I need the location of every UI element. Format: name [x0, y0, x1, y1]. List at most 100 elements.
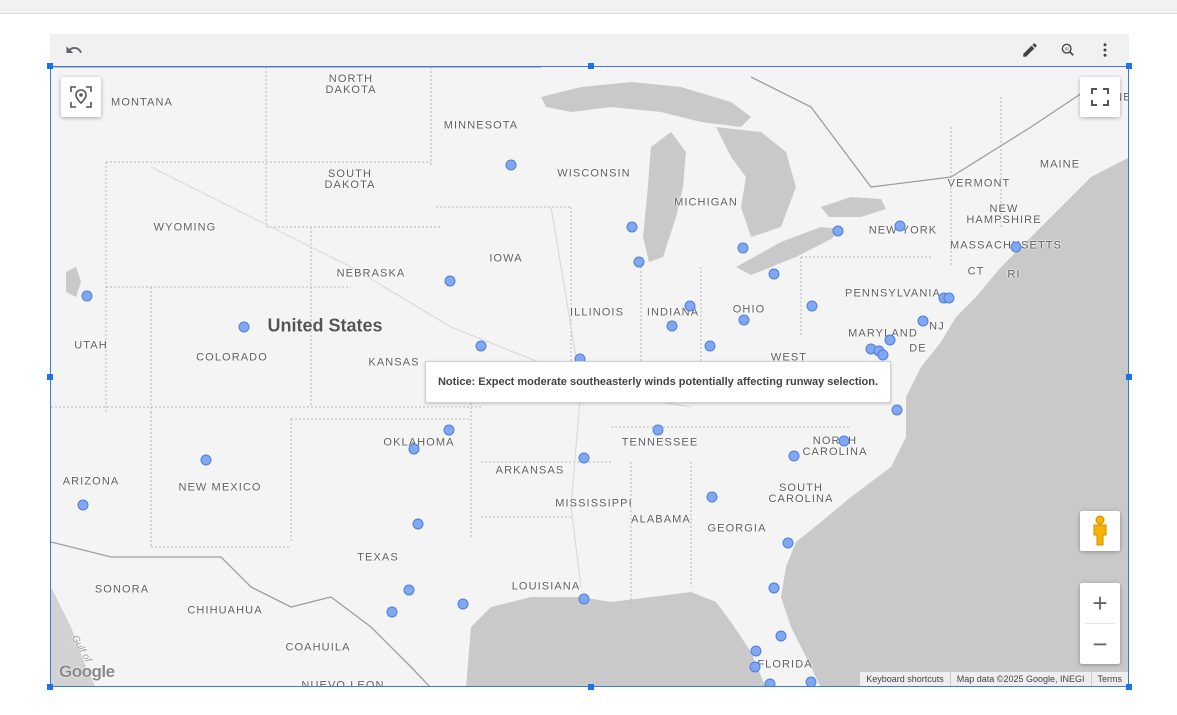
map-data-text: Map data ©2025 Google, INEGI: [949, 672, 1091, 686]
state-label: RI: [1007, 268, 1021, 281]
resize-handle-bl[interactable]: [47, 684, 53, 690]
location-marker[interactable]: [768, 268, 780, 280]
state-label: MISSISSIPPI: [555, 497, 633, 510]
zoom-controls: + −: [1080, 583, 1120, 664]
location-marker[interactable]: [505, 159, 517, 171]
terms-link[interactable]: Terms: [1090, 672, 1129, 686]
location-marker[interactable]: [238, 321, 250, 333]
location-marker[interactable]: [891, 404, 903, 416]
state-label: LOUISIANA: [511, 580, 581, 593]
state-label: MICHIGAN: [674, 196, 738, 209]
location-marker[interactable]: [386, 606, 398, 618]
state-label: NEW HAMPSHIRE: [966, 203, 1042, 226]
location-marker[interactable]: [782, 537, 794, 549]
state-label: COLORADO: [196, 351, 268, 364]
location-marker[interactable]: [943, 292, 955, 304]
state-label: MASSACHUSETTS: [949, 239, 1063, 252]
state-label: TENNESSEE: [621, 436, 699, 449]
state-label: COAHUILA: [285, 641, 351, 654]
state-label: MINNESOTA: [443, 119, 519, 132]
location-marker[interactable]: [408, 443, 420, 455]
state-label: WYOMING: [153, 221, 217, 234]
location-marker[interactable]: [626, 221, 638, 233]
location-marker[interactable]: [443, 424, 455, 436]
location-marker[interactable]: [81, 290, 93, 302]
location-marker[interactable]: [764, 678, 776, 686]
location-marker[interactable]: [444, 275, 456, 287]
state-label: ALABAMA: [631, 513, 691, 526]
location-marker[interactable]: [412, 518, 424, 530]
location-marker[interactable]: [666, 320, 678, 332]
more-vert-icon[interactable]: [1093, 38, 1117, 62]
location-marker[interactable]: [200, 454, 212, 466]
location-marker[interactable]: [578, 593, 590, 605]
state-label: FLORIDA: [757, 658, 813, 671]
state-label: ARIZONA: [62, 475, 120, 488]
location-marker[interactable]: [768, 582, 780, 594]
location-marker[interactable]: [737, 242, 749, 254]
location-marker[interactable]: [684, 300, 696, 312]
location-marker[interactable]: [706, 491, 718, 503]
zoom-out-button[interactable]: −: [1080, 624, 1120, 664]
fullscreen-icon[interactable]: [1080, 77, 1120, 117]
location-marker[interactable]: [832, 225, 844, 237]
top-bar: [0, 0, 1177, 14]
location-marker[interactable]: [877, 349, 889, 361]
resize-handle-l[interactable]: [47, 374, 53, 380]
state-label: SOUTH CAROLINA: [768, 482, 834, 505]
google-logo: Google: [59, 662, 115, 681]
location-marker[interactable]: [838, 435, 850, 447]
state-label: NEBRASKA: [336, 267, 406, 280]
street-view-pegman-icon[interactable]: [1080, 511, 1120, 551]
location-marker[interactable]: [652, 424, 664, 436]
location-marker[interactable]: [917, 315, 929, 327]
location-marker[interactable]: [457, 598, 469, 610]
location-marker[interactable]: [894, 220, 906, 232]
state-label: NORTH DAKOTA: [325, 73, 377, 96]
location-marker[interactable]: [77, 499, 89, 511]
location-marker[interactable]: [884, 334, 896, 346]
state-label: MONTANA: [111, 96, 173, 109]
state-label: TEXAS: [357, 551, 399, 564]
map-canvas[interactable]: NORTH DAKOTA MONTANA MINNESOTA SOUTH DAKOTA WI…: [50, 66, 1129, 687]
state-label: IOWA: [489, 252, 523, 265]
resize-handle-b[interactable]: [588, 684, 594, 690]
pencil-icon[interactable]: [1018, 38, 1042, 62]
location-marker[interactable]: [1010, 241, 1022, 253]
resize-handle-tl[interactable]: [47, 63, 53, 69]
resize-handle-t[interactable]: [588, 63, 594, 69]
location-marker[interactable]: [805, 676, 817, 686]
location-marker[interactable]: [788, 450, 800, 462]
keyboard-shortcuts-link[interactable]: Keyboard shortcuts: [860, 672, 950, 686]
resize-handle-r[interactable]: [1126, 374, 1132, 380]
location-marker[interactable]: [475, 340, 487, 352]
location-marker[interactable]: [775, 630, 787, 642]
zoom-search-icon[interactable]: AI: [1056, 38, 1080, 62]
state-label: CHIHUAHUA: [187, 604, 263, 617]
location-marker[interactable]: [578, 452, 590, 464]
location-marker[interactable]: [403, 584, 415, 596]
undo-icon[interactable]: [62, 38, 86, 62]
state-label: GEORGIA: [707, 522, 767, 535]
svg-text:AI: AI: [1065, 46, 1069, 51]
state-label: VERMONT: [947, 177, 1011, 190]
state-label: ILLINOIS: [569, 306, 625, 319]
state-label: SONORA: [94, 583, 150, 596]
notice-box: Notice: Expect moderate southeasterly wi…: [425, 361, 891, 403]
chart-toolbar: AI: [50, 34, 1129, 66]
state-label: OHIO: [732, 303, 766, 316]
location-pin-icon[interactable]: [61, 77, 101, 117]
location-marker[interactable]: [750, 645, 762, 657]
location-marker[interactable]: [738, 314, 750, 326]
state-label: NORTH CAROLINA: [802, 435, 868, 458]
location-marker[interactable]: [806, 300, 818, 312]
resize-handle-br[interactable]: [1126, 684, 1132, 690]
state-label: SOUTH DAKOTA: [324, 168, 376, 191]
resize-handle-tr[interactable]: [1126, 63, 1132, 69]
zoom-in-button[interactable]: +: [1080, 583, 1120, 623]
state-label: NEW MEXICO: [178, 481, 262, 494]
location-marker[interactable]: [704, 340, 716, 352]
country-label: United States: [267, 315, 383, 336]
location-marker[interactable]: [633, 256, 645, 268]
location-marker[interactable]: [749, 661, 761, 673]
